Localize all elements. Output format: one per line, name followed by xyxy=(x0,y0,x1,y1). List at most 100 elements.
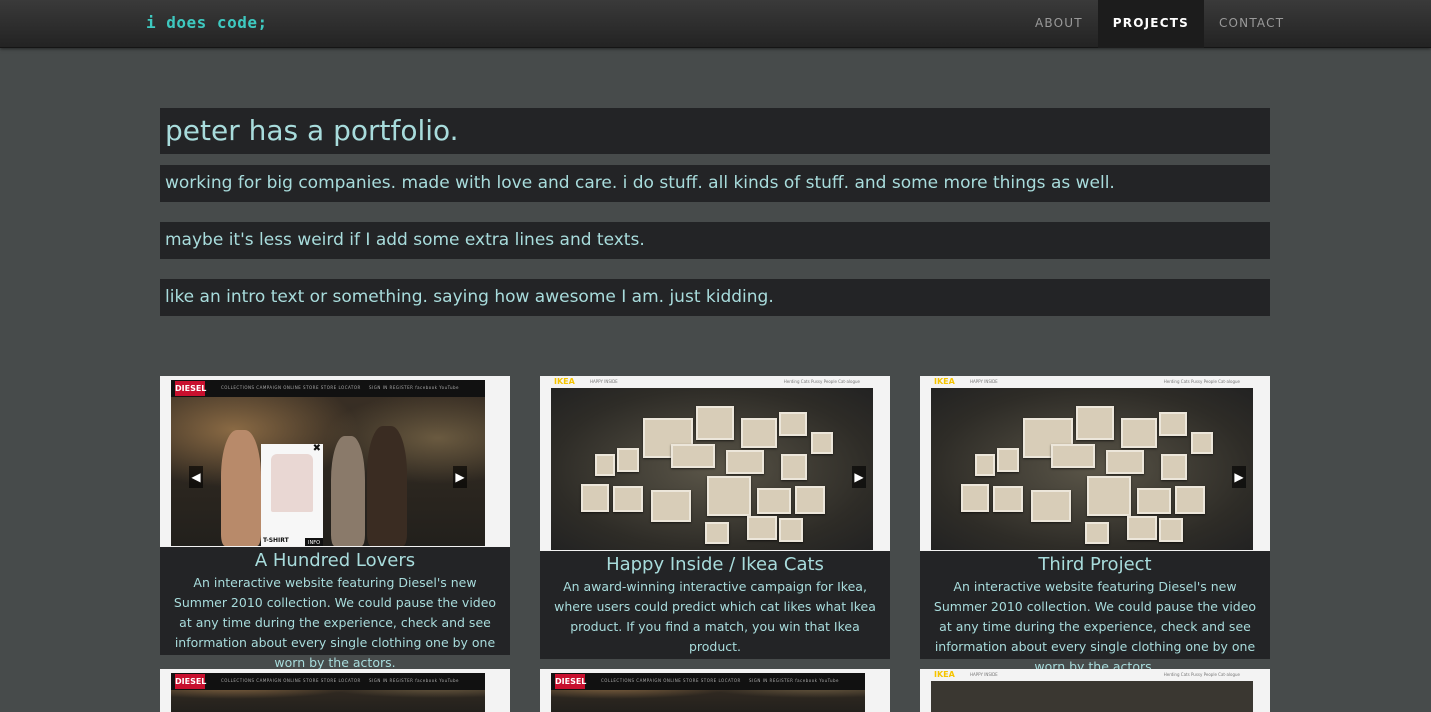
diesel-header: DIESEL COLLECTIONS CAMPAIGN ONLINE STORE… xyxy=(171,673,485,690)
ikea-nav: Herding Cats Pussy People Cat-alogue xyxy=(783,379,860,384)
nav-item-about[interactable]: ABOUT xyxy=(1020,0,1098,48)
brand-logo[interactable]: i does code; xyxy=(146,13,268,32)
cat-photo xyxy=(1085,522,1109,544)
ikea-nav: Herding Cats Pussy People Cat-alogue xyxy=(1163,672,1240,677)
diesel-header: DIESEL COLLECTIONS CAMPAIGN ONLINE STORE… xyxy=(171,380,485,397)
ikea-subtitle: HAPPY INSIDE xyxy=(970,379,998,384)
ikea-header: IKEA HAPPY INSIDE Herding Cats Pussy Peo… xyxy=(540,376,890,388)
cat-photo xyxy=(975,454,995,476)
cat-photo xyxy=(1127,516,1157,540)
actor-figure xyxy=(221,430,261,546)
cat-photo xyxy=(1087,476,1131,516)
cat-photo xyxy=(1031,490,1071,522)
project-thumbnail[interactable]: DIESEL COLLECTIONS CAMPAIGN ONLINE STORE… xyxy=(160,376,510,547)
cat-photo xyxy=(726,450,764,474)
project-card[interactable]: DIESEL COLLECTIONS CAMPAIGN ONLINE STORE… xyxy=(540,669,890,712)
cat-photo xyxy=(1159,518,1183,542)
diesel-screenshot: DIESEL COLLECTIONS CAMPAIGN ONLINE STORE… xyxy=(171,673,485,712)
nav-item-projects[interactable]: PROJECTS xyxy=(1097,0,1204,48)
cat-photo xyxy=(741,418,777,448)
ikea-logo: IKEA xyxy=(934,377,955,386)
top-navbar: i does code; ABOUT PROJECTS CONTACT xyxy=(0,0,1431,48)
cat-photo xyxy=(779,518,803,542)
product-label: T-SHIRT xyxy=(263,537,289,544)
cat-photo xyxy=(1137,488,1171,514)
intro-line: working for big companies. made with lov… xyxy=(160,165,1270,202)
cat-photo xyxy=(1076,406,1114,440)
diesel-menu: COLLECTIONS CAMPAIGN ONLINE STORE STORE … xyxy=(221,678,361,683)
carousel-prev-icon[interactable]: ◀ xyxy=(189,466,203,488)
project-thumbnail[interactable]: IKEA HAPPY INSIDE Herding Cats Pussy Peo… xyxy=(920,376,1270,551)
ikea-logo: IKEA xyxy=(554,377,575,386)
diesel-menu-right: SIGN IN REGISTER facebook YouTube xyxy=(369,678,459,683)
ikea-header: IKEA HAPPY INSIDE Herding Cats Pussy Peo… xyxy=(920,376,1270,388)
cat-photo xyxy=(595,454,615,476)
diesel-header: DIESEL COLLECTIONS CAMPAIGN ONLINE STORE… xyxy=(551,673,865,690)
cat-photo xyxy=(705,522,729,544)
ikea-subtitle: HAPPY INSIDE xyxy=(590,379,618,384)
cat-photo xyxy=(613,486,643,512)
diesel-logo: DIESEL xyxy=(175,381,206,396)
actor-figure xyxy=(331,436,365,546)
cat-photo xyxy=(997,448,1019,472)
ikea-header: IKEA HAPPY INSIDE Herding Cats Pussy Peo… xyxy=(920,669,1270,681)
cat-photo xyxy=(747,516,777,540)
cat-photo xyxy=(617,448,639,472)
close-icon[interactable]: ✖ xyxy=(313,443,321,454)
diesel-screenshot: DIESEL COLLECTIONS CAMPAIGN ONLINE STORE… xyxy=(171,380,485,546)
cat-photo xyxy=(757,488,791,514)
ikea-nav: Herding Cats Pussy People Cat-alogue xyxy=(1163,379,1240,384)
carousel-next-icon[interactable]: ▶ xyxy=(852,466,866,488)
nav-item-contact[interactable]: CONTACT xyxy=(1204,0,1299,48)
cat-caption-card xyxy=(671,444,715,468)
cat-photo xyxy=(1161,454,1187,480)
cat-photo xyxy=(651,490,691,522)
project-description: An interactive website featuring Diesel'… xyxy=(933,579,1257,674)
carousel-next-icon[interactable]: ▶ xyxy=(1232,466,1246,488)
cat-photo xyxy=(811,432,833,454)
cat-photo xyxy=(707,476,751,516)
cat-photo xyxy=(779,412,807,436)
cat-photo xyxy=(961,484,989,512)
ikea-logo: IKEA xyxy=(934,670,955,679)
intro-line: like an intro text or something. saying … xyxy=(160,279,1270,316)
project-title[interactable]: Happy Inside / Ikea Cats xyxy=(540,551,890,577)
tshirt-image xyxy=(271,454,313,512)
project-card[interactable]: DIESEL COLLECTIONS CAMPAIGN ONLINE STORE… xyxy=(160,669,510,712)
cat-photo xyxy=(795,486,825,514)
project-card[interactable]: DIESEL COLLECTIONS CAMPAIGN ONLINE STORE… xyxy=(160,376,510,670)
project-card[interactable]: IKEA HAPPY INSIDE Herding Cats Pussy Peo… xyxy=(920,669,1270,712)
cat-photo xyxy=(781,454,807,480)
ikea-subtitle: HAPPY INSIDE xyxy=(970,672,998,677)
cat-collage xyxy=(551,388,873,550)
diesel-menu-right: SIGN IN REGISTER facebook YouTube xyxy=(369,385,459,390)
diesel-screenshot: DIESEL COLLECTIONS CAMPAIGN ONLINE STORE… xyxy=(551,673,865,712)
main-nav: ABOUT PROJECTS CONTACT xyxy=(1020,0,1299,48)
diesel-logo: DIESEL xyxy=(555,674,586,689)
info-button[interactable]: INFO xyxy=(305,538,323,546)
diesel-menu: COLLECTIONS CAMPAIGN ONLINE STORE STORE … xyxy=(601,678,741,683)
cat-photo xyxy=(581,484,609,512)
cat-caption-card xyxy=(1051,444,1095,468)
cat-photo xyxy=(993,486,1023,512)
project-thumbnail[interactable]: IKEA HAPPY INSIDE Herding Cats Pussy Peo… xyxy=(540,376,890,551)
intro-line: maybe it's less weird if I add some extr… xyxy=(160,222,1270,259)
actor-figure xyxy=(367,426,407,546)
product-popup[interactable]: ✖ T-SHIRT INFO xyxy=(261,443,323,546)
project-title[interactable]: Third Project xyxy=(920,551,1270,577)
cat-photo xyxy=(1121,418,1157,448)
cat-photo xyxy=(1191,432,1213,454)
cat-collage xyxy=(931,388,1253,550)
cat-collage xyxy=(931,681,1253,712)
project-title[interactable]: A Hundred Lovers xyxy=(160,547,510,573)
project-card[interactable]: IKEA HAPPY INSIDE Herding Cats Pussy Peo… xyxy=(540,376,890,659)
diesel-menu-right: SIGN IN REGISTER facebook YouTube xyxy=(749,678,839,683)
carousel-next-icon[interactable]: ▶ xyxy=(453,466,467,488)
diesel-logo: DIESEL xyxy=(175,674,206,689)
diesel-menu: COLLECTIONS CAMPAIGN ONLINE STORE STORE … xyxy=(221,385,361,390)
cat-photo xyxy=(1175,486,1205,514)
cat-photo xyxy=(696,406,734,440)
project-card[interactable]: IKEA HAPPY INSIDE Herding Cats Pussy Peo… xyxy=(920,376,1270,674)
page-title: peter has a portfolio. xyxy=(160,108,1270,154)
cat-photo xyxy=(1106,450,1144,474)
